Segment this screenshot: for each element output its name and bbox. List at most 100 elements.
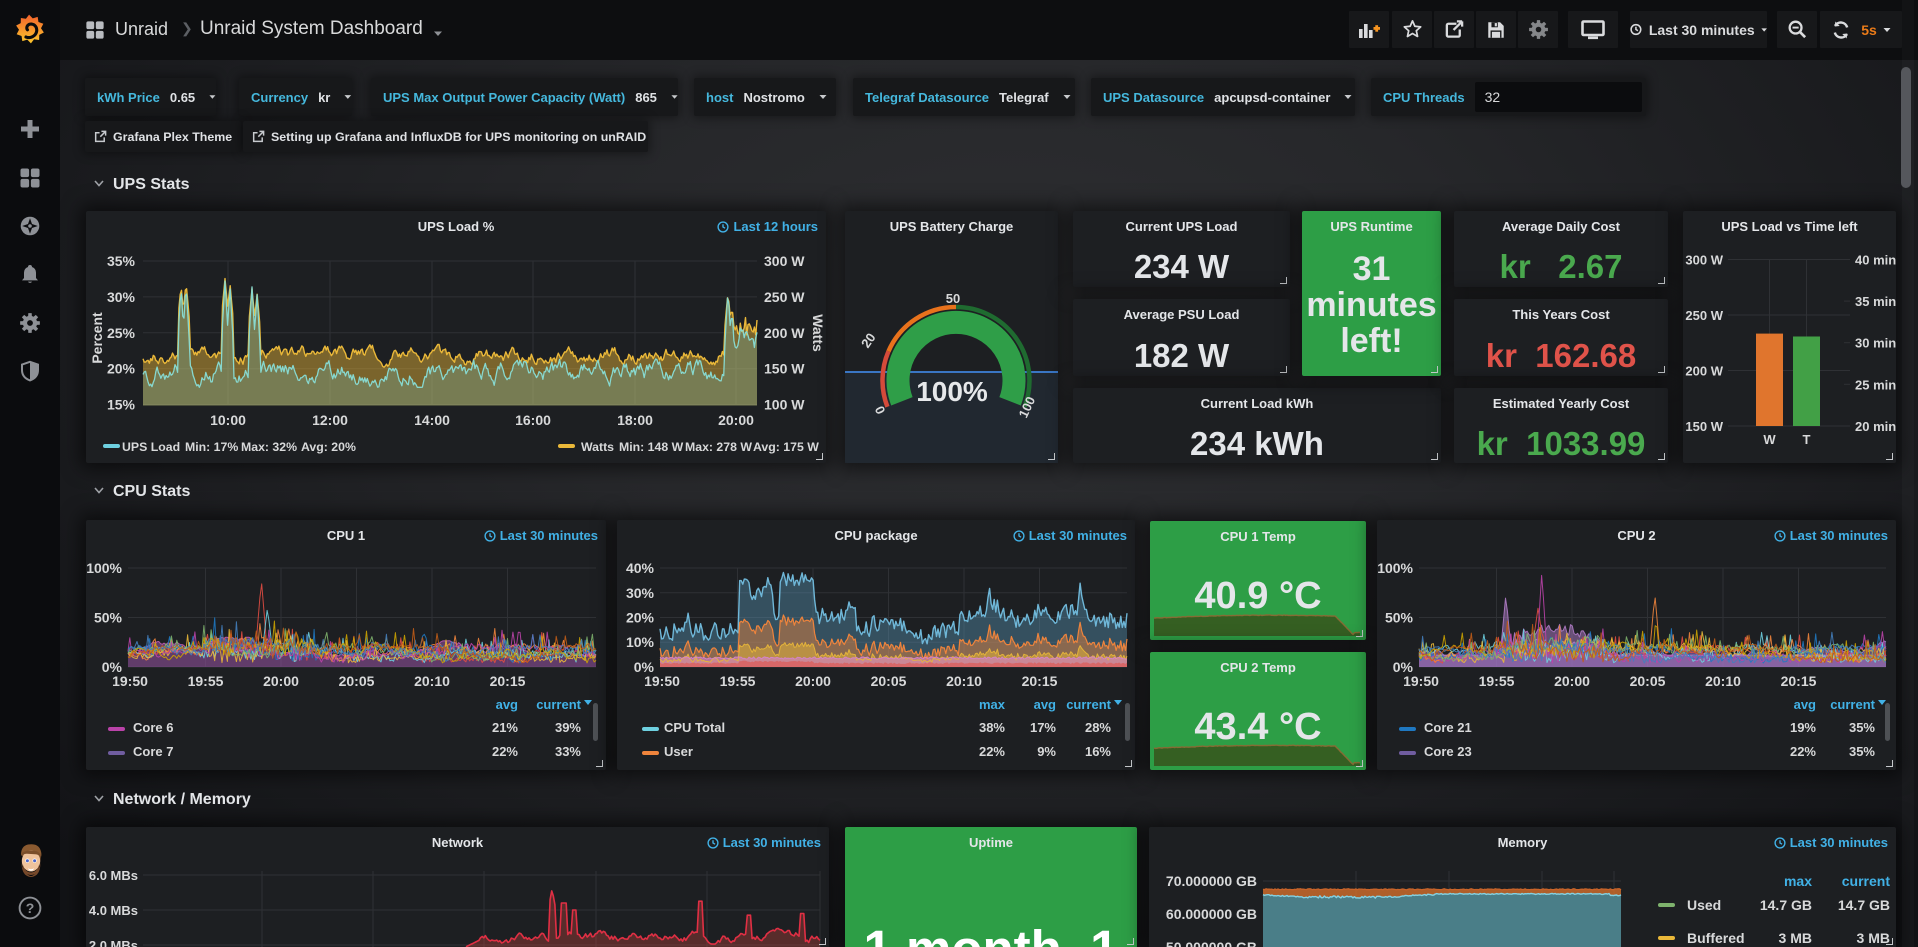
svg-text:50%: 50% <box>94 610 123 626</box>
svg-text:50%: 50% <box>1385 610 1414 626</box>
svg-text:40 min: 40 min <box>1855 253 1896 268</box>
svg-text:current: current <box>1066 697 1111 712</box>
svg-text:150 W: 150 W <box>1685 419 1723 434</box>
svg-text:22%: 22% <box>492 744 518 759</box>
svg-text:35 min: 35 min <box>1855 294 1896 309</box>
svg-text:Avg: 175 W: Avg: 175 W <box>753 440 819 454</box>
svg-text:UPS Load: UPS Load <box>122 440 180 454</box>
svg-text:35%: 35% <box>107 253 136 269</box>
svg-text:Core 7: Core 7 <box>133 744 173 759</box>
svg-text:35%: 35% <box>1849 720 1875 735</box>
svg-text:16:00: 16:00 <box>515 412 551 428</box>
svg-text:33%: 33% <box>555 744 581 759</box>
svg-text:max: max <box>979 697 1006 712</box>
svg-text:Core 23: Core 23 <box>1424 744 1472 759</box>
svg-text:19:50: 19:50 <box>1403 673 1439 689</box>
svg-text:9%: 9% <box>1037 744 1056 759</box>
svg-text:14:00: 14:00 <box>414 412 450 428</box>
svg-text:30 min: 30 min <box>1855 336 1896 351</box>
svg-text:14.7 GB: 14.7 GB <box>1760 897 1812 913</box>
svg-text:30%: 30% <box>107 289 136 305</box>
svg-text:20%: 20% <box>107 361 136 377</box>
svg-text:Watts: Watts <box>810 314 826 352</box>
svg-text:?: ? <box>26 900 35 916</box>
svg-text:20:15: 20:15 <box>1781 673 1817 689</box>
svg-text:Percent: Percent <box>89 312 105 364</box>
svg-text:300 W: 300 W <box>1685 253 1723 268</box>
svg-text:W: W <box>1763 432 1776 447</box>
svg-text:Max: 278 W: Max: 278 W <box>685 440 752 454</box>
svg-text:max: max <box>1784 873 1812 889</box>
svg-text:100%: 100% <box>1377 560 1413 576</box>
svg-text:100%: 100% <box>916 376 988 407</box>
svg-text:20:00: 20:00 <box>795 673 831 689</box>
svg-text:17%: 17% <box>1030 720 1056 735</box>
svg-text:Watts: Watts <box>581 440 614 454</box>
svg-text:35%: 35% <box>1849 744 1875 759</box>
svg-text:16%: 16% <box>1085 744 1111 759</box>
svg-text:50.000000 GB: 50.000000 GB <box>1166 939 1257 947</box>
svg-text:Max: 32%: Max: 32% <box>241 440 297 454</box>
svg-text:22%: 22% <box>979 744 1005 759</box>
svg-text:avg: avg <box>496 697 518 712</box>
svg-text:6.0 MBs: 6.0 MBs <box>89 868 138 883</box>
svg-text:19:55: 19:55 <box>1479 673 1515 689</box>
svg-text:19:55: 19:55 <box>720 673 756 689</box>
svg-text:200 W: 200 W <box>1685 364 1723 379</box>
svg-text:12:00: 12:00 <box>312 412 348 428</box>
svg-text:19:50: 19:50 <box>112 673 148 689</box>
svg-text:250 W: 250 W <box>764 289 805 305</box>
svg-text:25%: 25% <box>107 325 136 341</box>
svg-text:28%: 28% <box>1085 720 1111 735</box>
svg-text:20:15: 20:15 <box>1022 673 1058 689</box>
svg-text:40%: 40% <box>626 560 655 576</box>
svg-text:20 min: 20 min <box>1855 419 1896 434</box>
svg-text:39%: 39% <box>555 720 581 735</box>
svg-text:Avg: 20%: Avg: 20% <box>301 440 356 454</box>
svg-text:Core 21: Core 21 <box>1424 720 1472 735</box>
svg-text:250 W: 250 W <box>1685 308 1723 323</box>
svg-text:20:10: 20:10 <box>946 673 982 689</box>
svg-text:50: 50 <box>946 291 960 306</box>
svg-text:19:50: 19:50 <box>644 673 680 689</box>
svg-text:20:05: 20:05 <box>339 673 375 689</box>
svg-text:Min: 148 W: Min: 148 W <box>619 440 684 454</box>
svg-text:18:00: 18:00 <box>617 412 653 428</box>
svg-text:300 W: 300 W <box>764 253 805 269</box>
svg-text:20:00: 20:00 <box>718 412 754 428</box>
svg-text:22%: 22% <box>1790 744 1816 759</box>
svg-text:19:55: 19:55 <box>188 673 224 689</box>
svg-text:70.000000 GB: 70.000000 GB <box>1166 873 1257 889</box>
svg-text:15%: 15% <box>107 397 136 413</box>
svg-text:Used: Used <box>1687 897 1721 913</box>
svg-text:150 W: 150 W <box>764 361 805 377</box>
svg-text:21%: 21% <box>492 720 518 735</box>
svg-text:20:10: 20:10 <box>414 673 450 689</box>
svg-text:30%: 30% <box>626 585 655 601</box>
svg-text:User: User <box>664 744 693 759</box>
svg-text:25 min: 25 min <box>1855 377 1896 392</box>
svg-text:3 MB: 3 MB <box>1779 930 1812 946</box>
svg-text:2.0 MBs: 2.0 MBs <box>89 938 138 947</box>
svg-text:200 W: 200 W <box>764 325 805 341</box>
svg-text:20:10: 20:10 <box>1705 673 1741 689</box>
svg-text:20:00: 20:00 <box>263 673 299 689</box>
svg-text:20:00: 20:00 <box>1554 673 1590 689</box>
svg-text:current: current <box>1842 873 1891 889</box>
svg-text:3 MB: 3 MB <box>1857 930 1890 946</box>
svg-text:10:00: 10:00 <box>210 412 246 428</box>
svg-text:20: 20 <box>858 330 879 350</box>
svg-text:20:05: 20:05 <box>871 673 907 689</box>
svg-text:10%: 10% <box>626 634 655 650</box>
svg-text:20:15: 20:15 <box>490 673 526 689</box>
svg-text:20:05: 20:05 <box>1630 673 1666 689</box>
svg-text:100%: 100% <box>86 560 122 576</box>
svg-text:14.7 GB: 14.7 GB <box>1838 897 1890 913</box>
svg-text:current: current <box>1830 697 1875 712</box>
svg-text:T: T <box>1803 432 1811 447</box>
svg-text:Min: 17%: Min: 17% <box>185 440 238 454</box>
svg-text:current: current <box>536 697 581 712</box>
svg-text:avg: avg <box>1034 697 1056 712</box>
svg-text:20%: 20% <box>626 610 655 626</box>
svg-text:38%: 38% <box>979 720 1005 735</box>
